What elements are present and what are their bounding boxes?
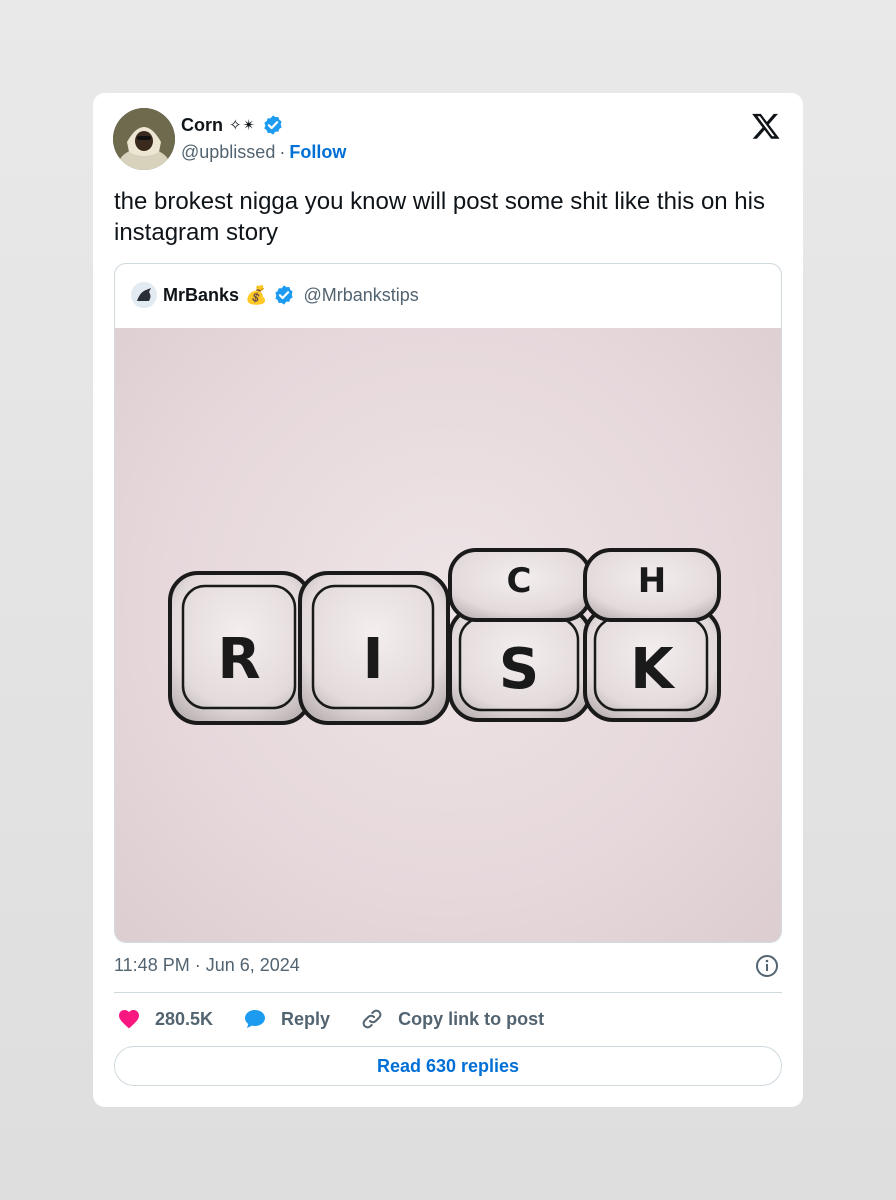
money-bag-emoji: 💰 [245,284,268,305]
tile-letter-i: I [363,627,384,692]
action-bar: 280.5K Reply Copy link to post [117,1006,574,1032]
read-replies-button[interactable]: Read 630 replies [114,1046,782,1086]
tile-letter-s: S [499,637,539,702]
author-name-row[interactable]: Corn ✧✴︎ [181,114,284,136]
tweet-card: Corn ✧✴︎ @upblissed · Follow the brokest… [93,93,803,1107]
author-name[interactable]: Corn [181,115,223,136]
separator-dot: · [279,142,286,162]
tweet-text: the brokest nigga you know will post som… [114,188,765,246]
quoted-tweet[interactable]: MrBanks 💰 @Mrbankstips R I S K C H [114,263,782,943]
divider [114,992,782,993]
quoted-author-row: MrBanks 💰 @Mrbankstips [131,282,419,308]
post-timestamp[interactable]: 11:48 PM · Jun 6, 2024 [114,955,300,976]
tile-letter-h: H [638,561,666,601]
quoted-author-handle: @Mrbankstips [303,284,419,305]
x-logo-icon[interactable] [751,111,781,141]
copy-link-label: Copy link to post [398,1008,545,1029]
link-icon [362,1009,382,1029]
verified-badge-icon [275,285,294,305]
verified-badge-icon [264,115,282,135]
speech-bubble-icon [245,1010,266,1028]
author-handle-row: @upblissed · Follow [181,142,346,163]
author-avatar[interactable] [113,108,175,170]
tile-letter-r: R [217,627,260,692]
follow-button[interactable]: Follow [289,142,346,163]
tile-letter-k: K [630,637,676,702]
author-handle[interactable]: @upblissed [181,142,275,163]
tattoo-illustration: R I S K C H [168,548,721,725]
author-name-emblem: ✧✴︎ [229,117,257,134]
reply-label: Reply [281,1008,331,1029]
quoted-author-name[interactable]: MrBanks [163,285,239,306]
info-icon[interactable] [755,954,779,978]
quoted-image[interactable]: R I S K C H [115,328,781,942]
tile-letter-c: C [507,561,532,601]
quoted-avatar[interactable] [131,282,157,308]
heart-icon [119,1010,139,1029]
like-button[interactable]: 280.5K [117,1007,213,1031]
reply-button[interactable]: Reply [243,1007,330,1031]
like-count: 280.5K [155,1008,214,1029]
copy-link-button[interactable]: Copy link to post [360,1007,544,1031]
